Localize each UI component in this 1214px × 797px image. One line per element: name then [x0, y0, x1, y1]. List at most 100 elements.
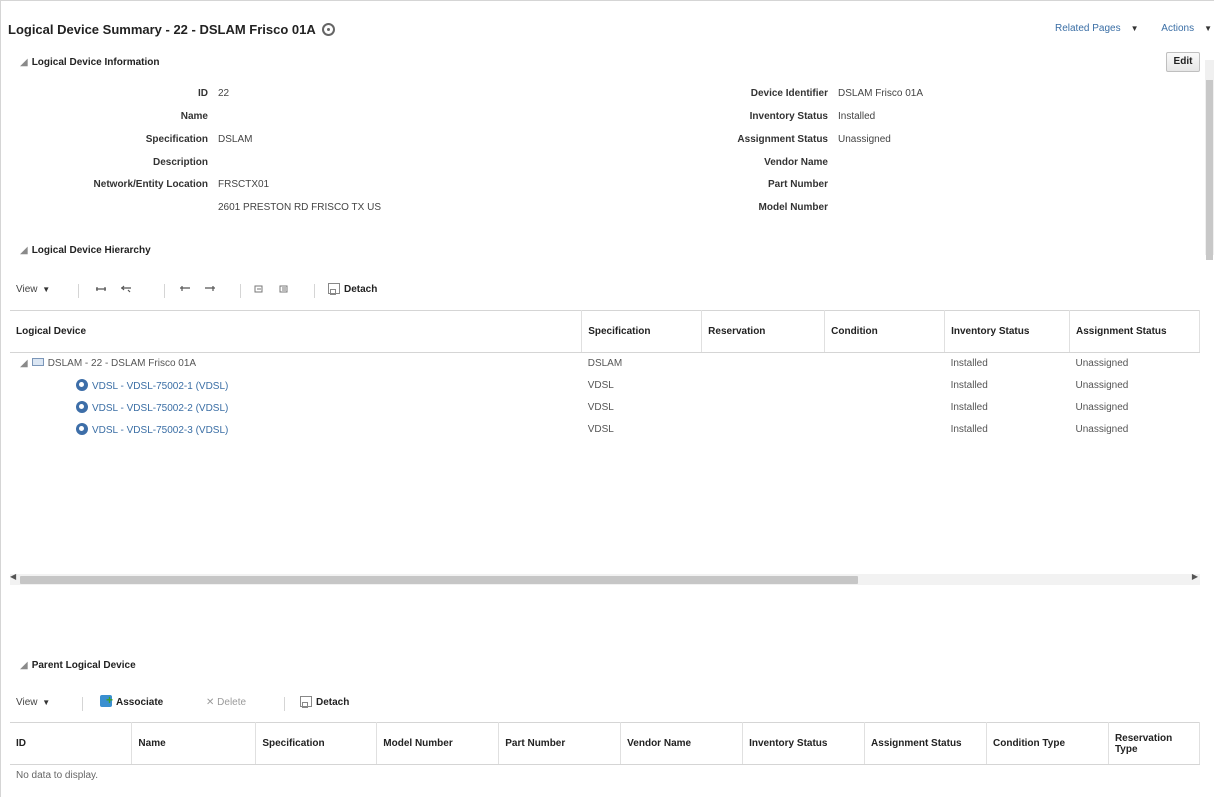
specification-link[interactable]: VDSL [582, 397, 702, 419]
cell-condition [825, 397, 945, 419]
go-up-button[interactable] [254, 282, 264, 298]
device-name: DSLAM - 22 - DSLAM Frisco 01A [47, 358, 197, 370]
expand-all-button[interactable] [96, 282, 106, 298]
column-header[interactable]: Vendor Name [620, 722, 744, 765]
delete-label: Delete [217, 697, 247, 708]
field-label: Part Number [767, 179, 828, 190]
column-header[interactable]: Inventory Status [944, 310, 1070, 353]
device-icon [76, 401, 88, 413]
field-model-number: Model Number [640, 201, 838, 215]
specification-link[interactable]: DSLAM [582, 353, 702, 375]
view-label: View [16, 284, 38, 295]
collapse-triangle-icon: ◢ [20, 245, 28, 256]
device-link[interactable]: VDSL - VDSL-75002-3 (VDSL) [92, 425, 228, 436]
column-header[interactable]: Reservation Type [1108, 722, 1201, 765]
column-header[interactable]: ID [10, 722, 133, 765]
related-pages-menu[interactable]: Related Pages ▼ [1045, 23, 1139, 34]
detach-button[interactable]: Detach [300, 695, 349, 711]
edit-button[interactable]: Edit [1166, 52, 1200, 72]
field-label: Model Number [758, 202, 828, 213]
cell-inventory-status: Installed [950, 380, 988, 391]
field-value: DSLAM Frisco 01A [838, 88, 924, 99]
expand-node-icon [180, 286, 190, 292]
specification-link[interactable]: VDSL [582, 419, 702, 441]
specification-link[interactable]: VDSL [582, 375, 702, 397]
field-vendor-name: Vendor Name [640, 156, 838, 170]
cell-condition [825, 353, 945, 375]
collapse-node-button[interactable] [205, 282, 215, 298]
section-parent-logical-device[interactable]: ◢ Parent Logical Device [20, 660, 136, 671]
delete-button[interactable]: ✕ Delete [206, 695, 246, 711]
column-header[interactable]: Reservation [701, 310, 826, 353]
column-header[interactable]: Model Number [376, 722, 500, 765]
table-row[interactable]: VDSL - VDSL-75002-3 (VDSL) VDSL Installe… [10, 419, 1200, 441]
table-row[interactable]: VDSL - VDSL-75002-1 (VDSL) VDSL Installe… [10, 375, 1200, 397]
related-pages-label: Related Pages [1054, 23, 1121, 34]
section-title: Logical Device Information [31, 57, 160, 68]
table-header-row: ID Name Specification Model Number Part … [10, 722, 1201, 765]
specification-link[interactable]: DSLAM [218, 133, 252, 147]
toolbar-divider [82, 697, 83, 711]
column-header[interactable]: Specification [255, 722, 378, 765]
field-specification: Specification DSLAM [20, 133, 253, 147]
device-link[interactable]: VDSL - VDSL-75002-2 (VDSL) [92, 403, 228, 414]
cell-device: ◢ DSLAM - 22 - DSLAM Frisco 01A [10, 353, 582, 375]
device-icon [76, 423, 88, 435]
cell-reservation [702, 419, 825, 441]
toolbar-divider [164, 284, 165, 298]
scroll-right-icon[interactable]: ▶ [1192, 572, 1198, 581]
cell-inventory-status: Installed [950, 358, 988, 370]
detach-icon [328, 283, 340, 295]
horizontal-scrollbar[interactable]: ◀ ▶ [10, 572, 1200, 585]
detach-icon [300, 696, 312, 708]
actions-menu[interactable]: Actions ▼ [1151, 23, 1212, 34]
scrollbar-thumb[interactable] [1206, 80, 1213, 260]
column-header[interactable]: Logical Device [10, 310, 583, 353]
detach-label: Detach [344, 284, 378, 295]
section-logical-device-information[interactable]: ◢ Logical Device Information [20, 57, 160, 68]
field-value: Installed [838, 111, 876, 122]
expand-node-button[interactable] [180, 282, 190, 298]
column-header[interactable]: Condition [824, 310, 946, 353]
cell-device: VDSL - VDSL-75002-2 (VDSL) [10, 397, 582, 419]
column-header[interactable]: Part Number [498, 722, 622, 765]
column-header[interactable]: Assignment Status [1069, 310, 1200, 353]
cell-inventory-status: Installed [950, 424, 988, 435]
column-header[interactable]: Specification [581, 310, 703, 353]
view-menu[interactable]: View ▼ [16, 695, 50, 711]
collapse-triangle-icon: ◢ [20, 57, 28, 68]
empty-message: No data to display. [16, 770, 99, 782]
network-location-link[interactable]: FRSCTX01 [218, 178, 269, 192]
device-link[interactable]: VDSL - VDSL-75002-1 (VDSL) [92, 381, 228, 392]
delete-icon: ✕ [206, 697, 215, 708]
field-label: Specification [145, 134, 208, 145]
column-header[interactable]: Assignment Status [864, 722, 987, 765]
hierarchy-table: Logical Device Specification Reservation… [10, 310, 1200, 441]
help-icon[interactable] [321, 23, 335, 36]
go-up-icon [254, 285, 263, 293]
field-label: Name [180, 111, 208, 122]
toolbar-divider [314, 284, 315, 298]
column-header[interactable]: Condition Type [986, 722, 1109, 765]
cell-device: VDSL - VDSL-75002-1 (VDSL) [10, 375, 582, 397]
table-row[interactable]: VDSL - VDSL-75002-2 (VDSL) VDSL Installe… [10, 397, 1200, 419]
tree-expanded-icon[interactable]: ◢ [20, 358, 28, 369]
page-title-text: Logical Device Summary - 22 - DSLAM Fris… [8, 22, 316, 37]
cell-condition [825, 375, 945, 397]
section-logical-device-hierarchy[interactable]: ◢ Logical Device Hierarchy [20, 245, 151, 256]
scrollbar-thumb[interactable] [20, 576, 858, 584]
vertical-scrollbar[interactable] [1205, 60, 1214, 260]
collapse-all-button[interactable] [121, 282, 131, 298]
column-header[interactable]: Name [131, 722, 257, 765]
detach-button[interactable]: Detach [328, 282, 377, 298]
field-description: Description [20, 156, 218, 170]
view-menu[interactable]: View ▼ [16, 282, 50, 298]
field-network-location: Network/Entity Location FRSCTX01 [20, 178, 270, 192]
collapse-node-icon [205, 286, 215, 292]
associate-button[interactable]: Associate [100, 692, 163, 711]
go-to-top-button[interactable] [279, 282, 289, 298]
scroll-left-icon[interactable]: ◀ [10, 572, 16, 581]
column-header[interactable]: Inventory Status [742, 722, 866, 765]
cell-device: VDSL - VDSL-75002-3 (VDSL) [10, 419, 582, 441]
table-row[interactable]: ◢ DSLAM - 22 - DSLAM Frisco 01A DSLAM Ins… [10, 353, 1200, 375]
